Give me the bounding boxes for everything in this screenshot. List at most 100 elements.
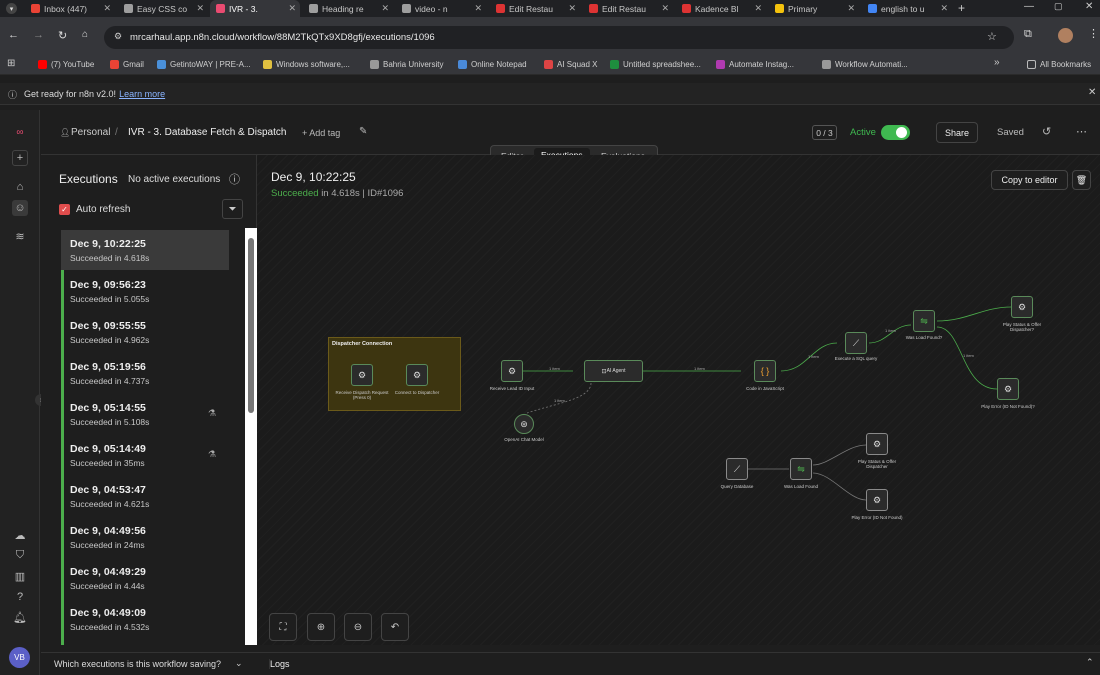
reload-icon[interactable]: ↻	[58, 29, 67, 42]
retry-flask-icon[interactable]: ⚗	[208, 408, 216, 419]
browser-tab[interactable]: Kadence Bl ✕	[676, 0, 766, 17]
node-was-load-found-2[interactable]: ⇋	[790, 458, 812, 480]
extensions-icon[interactable]: ⧉	[1024, 28, 1032, 41]
n8n-logo-icon[interactable]: ∞	[8, 124, 32, 140]
info-icon[interactable]: ⓘ	[229, 171, 240, 187]
execution-list-item[interactable]: Dec 9, 09:56:23 Succeeded in 5.055s	[61, 271, 229, 311]
help-icon[interactable]: ?	[12, 589, 28, 605]
close-tab-icon[interactable]: ✕	[288, 3, 296, 14]
execution-list-item[interactable]: Dec 9, 04:53:47 Succeeded in 4.621s	[61, 476, 229, 516]
home-icon[interactable]: ⌂	[12, 179, 28, 195]
execution-list-item[interactable]: Dec 9, 05:14:49 Succeeded in 35ms	[61, 435, 229, 475]
fit-view-button[interactable]: ⛶	[269, 613, 297, 641]
add-icon[interactable]: +	[12, 150, 28, 166]
node-code-js[interactable]: { }	[754, 360, 776, 382]
active-toggle[interactable]	[881, 125, 910, 140]
node-query-database[interactable]: ⟋	[726, 458, 748, 480]
browser-tab[interactable]: Primary ✕	[769, 0, 859, 17]
node-play-error-2[interactable]: ⚙	[866, 489, 888, 511]
execution-list-item[interactable]: Dec 9, 09:55:55 Succeeded in 4.962s	[61, 312, 229, 352]
node-connect-dispatcher[interactable]: ⚙	[406, 364, 428, 386]
execution-list-item[interactable]: Dec 9, 05:14:55 Succeeded in 5.108s	[61, 394, 229, 434]
bookmark-item[interactable]: Untitled spreadshee...	[610, 53, 701, 75]
chart-icon[interactable]: ▥	[12, 568, 28, 584]
shield-icon[interactable]: ⛉	[12, 547, 28, 563]
menu-icon[interactable]: ⋮	[1088, 27, 1099, 40]
close-tab-icon[interactable]: ✕	[661, 3, 669, 14]
saving-executions-question[interactable]: Which executions is this workflow saving…	[54, 659, 221, 669]
zoom-in-button[interactable]: ⊕	[307, 613, 335, 641]
undo-button[interactable]: ↶	[381, 613, 409, 641]
bookmark-item[interactable]: Automate Instag...	[716, 53, 794, 75]
close-tab-icon[interactable]: ✕	[474, 3, 482, 14]
close-tab-icon[interactable]: ✕	[847, 3, 855, 14]
close-tab-icon[interactable]: ✕	[381, 3, 389, 14]
home-icon[interactable]: ⌂	[82, 29, 88, 40]
cloud-icon[interactable]: ☁	[12, 527, 28, 543]
history-icon[interactable]: ↺	[1042, 125, 1051, 138]
node-openai-model[interactable]: ⊛	[514, 414, 534, 434]
browser-tab[interactable]: video - n ✕	[396, 0, 486, 17]
more-bookmarks-icon[interactable]: »	[994, 57, 1000, 68]
node-ai-agent[interactable]: ⊡ AI Agent	[584, 360, 643, 382]
close-banner-icon[interactable]: ✕	[1088, 87, 1096, 98]
bookmark-item[interactable]: Online Notepad	[458, 53, 527, 75]
bell-icon[interactable]: 🔔︎	[12, 609, 28, 625]
more-options-icon[interactable]: ⋯	[1076, 125, 1087, 138]
close-tab-icon[interactable]: ✕	[103, 3, 111, 14]
browser-tab[interactable]: Inbox (447) ✕	[25, 0, 115, 17]
node-receive-lead[interactable]: ⚙	[501, 360, 523, 382]
add-tag-button[interactable]: + Add tag	[302, 128, 340, 138]
browser-tab[interactable]: Easy CSS co ✕	[118, 0, 208, 17]
bookmark-item[interactable]: Gmail	[110, 53, 144, 75]
production-counter[interactable]: 0 / 3	[812, 125, 837, 140]
browser-tab[interactable]: english to u ✕	[862, 0, 952, 17]
close-tab-icon[interactable]: ✕	[568, 3, 576, 14]
node-play-status-2[interactable]: ⚙	[866, 433, 888, 455]
close-tab-icon[interactable]: ✕	[754, 3, 762, 14]
bookmark-star-icon[interactable]: ☆	[987, 30, 997, 43]
share-button[interactable]: Share	[936, 122, 978, 143]
node-receive-dispatch[interactable]: ⚙	[351, 364, 373, 386]
edit-description-icon[interactable]: ✎	[359, 126, 367, 137]
browser-tab[interactable]: Edit Restau ✕	[583, 0, 673, 17]
bookmark-item[interactable]: (7) YouTube	[38, 53, 94, 75]
bookmark-item[interactable]: AI Squad X	[544, 53, 597, 75]
site-info-icon[interactable]: ⚙	[114, 31, 122, 42]
execution-list-item[interactable]: Dec 9, 10:22:25 Succeeded in 4.618s	[61, 230, 229, 270]
browser-tab[interactable]: IVR - 3. ✕	[210, 0, 300, 17]
node-execute-sql[interactable]: ⟋	[845, 332, 867, 354]
node-play-status-1[interactable]: ⚙	[1011, 296, 1033, 318]
layers-icon[interactable]: ≋	[12, 228, 28, 244]
chevron-down-icon[interactable]: ⌄	[235, 658, 243, 669]
owner-label[interactable]: Personal	[71, 127, 110, 138]
new-tab-icon[interactable]: +	[958, 1, 965, 15]
zoom-out-button[interactable]: ⊖	[344, 613, 372, 641]
maximize-icon[interactable]: ▢	[1054, 1, 1063, 12]
minimize-icon[interactable]: —	[1024, 1, 1034, 12]
user-icon[interactable]: ☺	[12, 200, 28, 216]
execution-list-item[interactable]: Dec 9, 04:49:09 Succeeded in 4.532s	[61, 599, 229, 639]
apps-grid-icon[interactable]: ⊞	[7, 58, 15, 69]
back-icon[interactable]: ←	[8, 29, 19, 41]
bookmark-item[interactable]: Windows software,...	[263, 53, 350, 75]
forward-icon[interactable]: →	[33, 29, 44, 41]
close-tab-icon[interactable]: ✕	[196, 3, 204, 14]
all-bookmarks[interactable]: All Bookmarks	[1027, 53, 1091, 75]
filter-button[interactable]: ⏷	[222, 199, 243, 219]
browser-tab[interactable]: Heading re ✕	[303, 0, 393, 17]
node-was-load-found-1[interactable]: ⇋	[913, 310, 935, 332]
workflow-name[interactable]: IVR - 3. Database Fetch & Dispatch	[128, 127, 286, 138]
scrollbar-track[interactable]	[245, 228, 257, 645]
close-window-icon[interactable]: ✕	[1085, 1, 1093, 12]
user-avatar[interactable]: VB	[9, 647, 30, 668]
execution-list-item[interactable]: Dec 9, 05:19:56 Succeeded in 4.737s	[61, 353, 229, 393]
browser-tab[interactable]: Edit Restau ✕	[490, 0, 580, 17]
bookmark-item[interactable]: Workflow Automati...	[822, 53, 908, 75]
close-tab-icon[interactable]: ✕	[940, 3, 948, 14]
node-play-error-1[interactable]: ⚙	[997, 378, 1019, 400]
chevron-up-icon[interactable]: ⌃	[1086, 657, 1094, 668]
tab-list-icon[interactable]: ▾	[6, 3, 17, 14]
auto-refresh-checkbox[interactable]: ✓	[59, 204, 70, 215]
execution-list-item[interactable]: Dec 9, 04:49:56 Succeeded in 24ms	[61, 517, 229, 557]
